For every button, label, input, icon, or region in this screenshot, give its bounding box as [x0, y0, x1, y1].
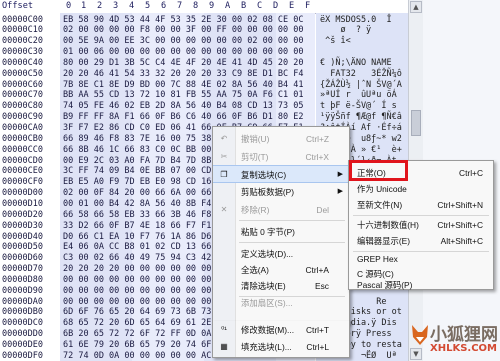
- menu-item-label: 编辑器显示(E): [357, 236, 411, 246]
- menu-item-copy-block[interactable]: ❐ 复制选块(C) ▶: [213, 165, 349, 183]
- menu-item-label: 撤销(U): [241, 134, 270, 144]
- menu-item-shortcut: Ctrl+Shift+N: [437, 200, 483, 210]
- menu-item-add-sector[interactable]: 添加扇区(S)...: [213, 297, 349, 310]
- col-5: 5: [145, 1, 151, 11]
- context-menu: ↶ 撤销(U) Ctrl+Z ✂ 剪切(T) Ctrl+X ❐ 复制选块(C) …: [212, 126, 350, 324]
- submenu-arrow-icon: ▶: [337, 188, 343, 195]
- col-1: 1: [81, 1, 87, 11]
- menu-item-label: 修改数据(M)...: [241, 325, 295, 335]
- menu-item-label: Pascal 源码(P): [357, 280, 413, 290]
- highlight-box: [349, 160, 408, 181]
- menu-item-remove[interactable]: ✕ 移除(R) Del: [213, 201, 349, 219]
- context-menu-lower: ⁰¹ 修改数据(M)... Ctrl+T ▦ 填充选块(L)... Ctrl+L: [212, 321, 350, 358]
- col-a: A: [225, 1, 231, 11]
- watermark-url: XHLKS.COM: [430, 343, 497, 354]
- col-3: 3: [113, 1, 119, 11]
- scroll-up-icon[interactable]: ▲: [410, 1, 422, 13]
- menu-item-label: 添加扇区(S)...: [241, 298, 293, 308]
- row-offset: 00000DF0: [2, 350, 43, 361]
- menu-item-fill-block[interactable]: ▦ 填充选块(L)... Ctrl+L: [213, 338, 349, 356]
- menu-item-shortcut: Ctrl+Z: [305, 134, 329, 144]
- undo-icon: ↶: [220, 134, 228, 143]
- col-9: 9: [209, 1, 215, 11]
- col-d: D: [273, 1, 279, 11]
- col-f: F: [305, 1, 311, 11]
- col-0: 0: [66, 1, 72, 11]
- fox-logo-icon: [412, 325, 428, 345]
- cut-icon: ✂: [220, 152, 228, 161]
- menu-item-shortcut: Ctrl+L: [306, 342, 329, 352]
- modify-icon: ⁰¹: [221, 325, 227, 334]
- col-c: C: [257, 1, 263, 11]
- fill-icon: ▦: [220, 342, 228, 351]
- menu-item-label: 复制选块(C): [241, 170, 287, 180]
- menu-item-label: 剪切(T): [241, 152, 269, 162]
- remove-icon: ✕: [220, 205, 228, 214]
- menu-item-shortcut: Del: [316, 205, 329, 215]
- menu-item-label: 填充选块(L)...: [241, 342, 292, 352]
- watermark-text: 小狐狸网: [430, 325, 498, 345]
- menu-item-clipboard-data[interactable]: 剪贴板数据(P) ▶: [213, 183, 349, 201]
- menu-item-label: 清除选块(E): [241, 281, 286, 291]
- menu-item-label: 至新文件(N): [357, 200, 403, 210]
- menu-item-shortcut: Alt+Shift+C: [440, 236, 483, 246]
- menu-item-paste-zero[interactable]: 粘贴 0 字节(P): [213, 223, 349, 241]
- col-8: 8: [193, 1, 199, 11]
- menu-item-label: 剪贴板数据(P): [241, 187, 295, 197]
- submenu-arrow-icon: ▶: [337, 171, 343, 178]
- submenu-item-editor-display[interactable]: 编辑器显示(E) Alt+Shift+C: [349, 232, 493, 250]
- menu-item-shortcut: Ctrl+T: [305, 325, 329, 335]
- menu-item-label: 粘贴 0 字节(P): [241, 227, 295, 237]
- menu-item-clear-block[interactable]: 清除选块(E) Esc: [213, 277, 349, 295]
- watermark: 小狐狸网 XHLKS.COM: [408, 318, 500, 361]
- scroll-thumb[interactable]: [411, 110, 421, 136]
- offset-header: Offset: [2, 1, 34, 11]
- col-6: 6: [161, 1, 167, 11]
- submenu-item-new-file[interactable]: 至新文件(N) Ctrl+Shift+N: [349, 196, 493, 214]
- col-2: 2: [97, 1, 103, 11]
- menu-separator: [239, 220, 345, 221]
- copy-icon: ❐: [220, 170, 228, 179]
- col-e: E: [289, 1, 295, 11]
- col-7: 7: [177, 1, 183, 11]
- col-4: 4: [129, 1, 135, 11]
- menu-separator: [239, 242, 345, 243]
- col-b: B: [241, 1, 247, 11]
- menu-item-shortcut: Ctrl+X: [305, 152, 329, 162]
- menu-item-shortcut: Esc: [315, 281, 329, 291]
- menu-item-cut[interactable]: ✂ 剪切(T) Ctrl+X: [213, 148, 349, 166]
- submenu-item-pascal-source[interactable]: Pascal 源码(P): [349, 280, 493, 290]
- menu-item-modify-data[interactable]: ⁰¹ 修改数据(M)... Ctrl+T: [213, 321, 349, 339]
- column-header: Offset 0 1 2 3 4 5 6 7 8 9 A B C D E F: [0, 0, 408, 14]
- menu-item-label: 移除(R): [241, 205, 270, 215]
- menu-item-undo[interactable]: ↶ 撤销(U) Ctrl+Z: [213, 130, 349, 148]
